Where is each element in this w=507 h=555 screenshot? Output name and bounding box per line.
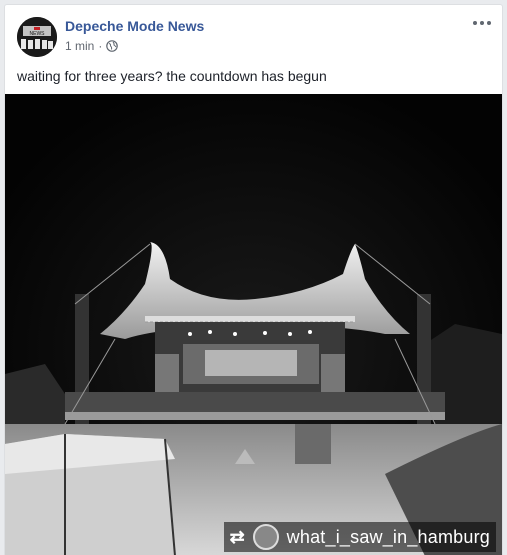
page-avatar[interactable]: NEWS — [17, 17, 57, 57]
page-name-link[interactable]: Depeche Mode News — [65, 18, 204, 34]
post-photo[interactable]: ⇄ what_i_saw_in_hamburg — [5, 94, 502, 555]
watermark-avatar — [252, 524, 279, 550]
globe-icon[interactable] — [106, 40, 119, 52]
post-card: NEWS Depeche Mode News 1 min · waiting f… — [4, 4, 503, 555]
tent-stage-icon — [5, 94, 502, 555]
post-caption: waiting for three years? the countdown h… — [17, 68, 327, 84]
meta-separator: · — [98, 39, 103, 53]
post-meta: 1 min · — [65, 39, 119, 53]
page-avatar-image: NEWS — [17, 17, 57, 57]
repost-icon: ⇄ — [229, 526, 245, 547]
post-timestamp[interactable]: 1 min — [65, 39, 94, 53]
post-header: NEWS Depeche Mode News 1 min · — [5, 5, 502, 61]
more-options-icon[interactable] — [472, 17, 492, 29]
repost-watermark: ⇄ what_i_saw_in_hamburg — [223, 522, 496, 552]
avatar-text: NEWS — [30, 31, 46, 37]
watermark-handle: what_i_saw_in_hamburg — [286, 526, 490, 547]
